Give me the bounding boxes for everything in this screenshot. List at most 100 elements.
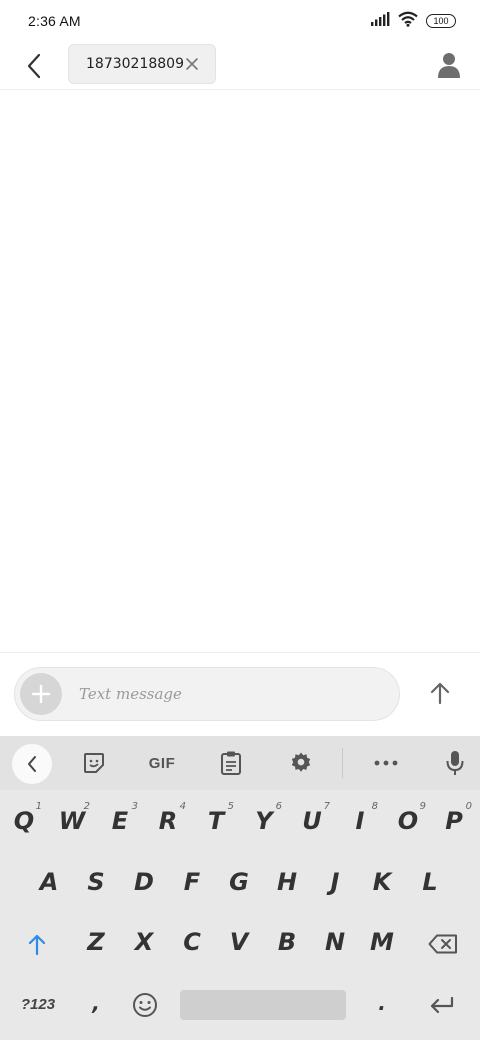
comma-key[interactable]: , (74, 978, 118, 1028)
backspace-icon (428, 934, 457, 954)
clipboard-icon (221, 751, 241, 775)
key-l[interactable]: L (408, 854, 452, 910)
key-v[interactable]: V (217, 914, 261, 970)
key-label: P (445, 807, 463, 835)
key-hint: 3 (131, 801, 138, 812)
key-label: E (111, 807, 129, 835)
back-button[interactable] (20, 50, 48, 82)
symbols-key[interactable]: ?123 (14, 982, 62, 1026)
key-n[interactable]: N (313, 914, 357, 970)
voice-input-button[interactable] (444, 746, 466, 780)
key-f[interactable]: F (170, 854, 214, 910)
key-hint: 4 (179, 801, 186, 812)
key-row-3: Z X C V B N M (0, 914, 480, 974)
key-p[interactable]: 0P (432, 793, 476, 849)
return-arrow-icon (430, 996, 454, 1014)
signal-icon (370, 11, 390, 31)
sticker-icon (84, 753, 104, 773)
backspace-key[interactable] (420, 916, 466, 972)
key-label: W (58, 807, 86, 835)
key-row-2: A S D F G H J K L (0, 854, 480, 914)
key-k[interactable]: K (360, 854, 404, 910)
key-hint: 6 (275, 801, 282, 812)
person-icon (438, 53, 460, 78)
key-r[interactable]: 4R (146, 793, 190, 849)
key-hint: 0 (465, 801, 472, 812)
gif-button[interactable]: GIF (144, 746, 180, 780)
key-u[interactable]: 7U (290, 793, 334, 849)
back-arrow-icon (27, 53, 41, 79)
key-label: R (158, 807, 178, 835)
key-q[interactable]: 1Q (2, 793, 46, 849)
key-t[interactable]: 5T (194, 793, 238, 849)
key-label: Q (13, 807, 35, 835)
gif-label: GIF (148, 754, 176, 772)
recipient-number: 18730218809 (86, 56, 184, 72)
conversation-header: 18730218809 (0, 42, 480, 90)
collapse-toolbar-button[interactable] (12, 744, 52, 784)
smiley-icon (133, 993, 157, 1017)
key-y[interactable]: 6Y (242, 793, 286, 849)
key-d[interactable]: D (122, 854, 166, 910)
period-key[interactable]: . (360, 978, 404, 1028)
message-list (0, 91, 480, 652)
settings-button[interactable] (287, 746, 315, 780)
microphone-icon (446, 751, 464, 775)
status-bar: 2:36 AM 100 (0, 0, 480, 42)
key-m[interactable]: M (360, 914, 404, 970)
key-h[interactable]: H (265, 854, 309, 910)
more-options-button[interactable] (372, 746, 400, 780)
toolbar-divider (342, 748, 343, 778)
add-attachment-button[interactable] (20, 673, 62, 715)
key-x[interactable]: X (122, 914, 166, 970)
more-horizontal-icon (374, 760, 398, 766)
key-s[interactable]: S (74, 854, 118, 910)
key-g[interactable]: G (217, 854, 261, 910)
emoji-key[interactable] (124, 984, 166, 1026)
keyboard-toolbar: GIF (0, 736, 480, 790)
key-w[interactable]: 2W (50, 793, 94, 849)
key-label: U (302, 807, 322, 835)
key-hint: 7 (323, 801, 330, 812)
key-label: Y (255, 807, 273, 835)
clipboard-button[interactable] (218, 746, 244, 780)
key-hint: 8 (371, 801, 378, 812)
plus-icon (31, 684, 51, 704)
close-icon[interactable] (185, 57, 199, 71)
chevron-left-icon (28, 756, 36, 772)
compose-bar (0, 652, 480, 736)
keyboard: G I F 1 Q 2 W 3 E 4 R 5 T 6 Y 7 U 8 I 9 O … (0, 736, 480, 1040)
compose-input-container (14, 667, 400, 721)
arrow-up-icon (430, 682, 450, 705)
key-o[interactable]: 9O (386, 793, 430, 849)
status-time: 2:36 AM (28, 13, 81, 29)
sticker-button[interactable] (80, 746, 108, 780)
key-b[interactable]: B (265, 914, 309, 970)
key-hint: 9 (419, 801, 426, 812)
key-label: T (207, 807, 225, 835)
gear-icon (291, 752, 311, 772)
wifi-icon (398, 11, 418, 32)
key-e[interactable]: 3E (98, 793, 142, 849)
add-contact-button[interactable] (434, 50, 464, 80)
key-c[interactable]: C (170, 914, 214, 970)
key-label: O (397, 807, 419, 835)
recipient-chip[interactable]: 18730218809 (68, 44, 216, 84)
shift-arrow-icon (28, 934, 46, 955)
status-icons: 100 (370, 11, 456, 32)
key-i[interactable]: 8I (338, 793, 382, 849)
key-z[interactable]: Z (74, 914, 118, 970)
battery-icon: 100 (426, 14, 456, 28)
shift-key[interactable] (14, 916, 60, 972)
key-hint: 5 (227, 801, 234, 812)
space-bar[interactable] (180, 990, 346, 1020)
key-row-1: 1Q 2W 3E 4R 5T 6Y 7U 8I 9O 0P (0, 793, 480, 853)
key-label: I (355, 807, 365, 835)
send-button[interactable] (426, 677, 454, 709)
message-input[interactable] (79, 668, 379, 720)
key-a[interactable]: A (27, 854, 71, 910)
key-j[interactable]: J (313, 854, 357, 910)
key-hint: 1 (35, 801, 42, 812)
enter-key[interactable] (420, 984, 464, 1026)
key-hint: 2 (83, 801, 90, 812)
